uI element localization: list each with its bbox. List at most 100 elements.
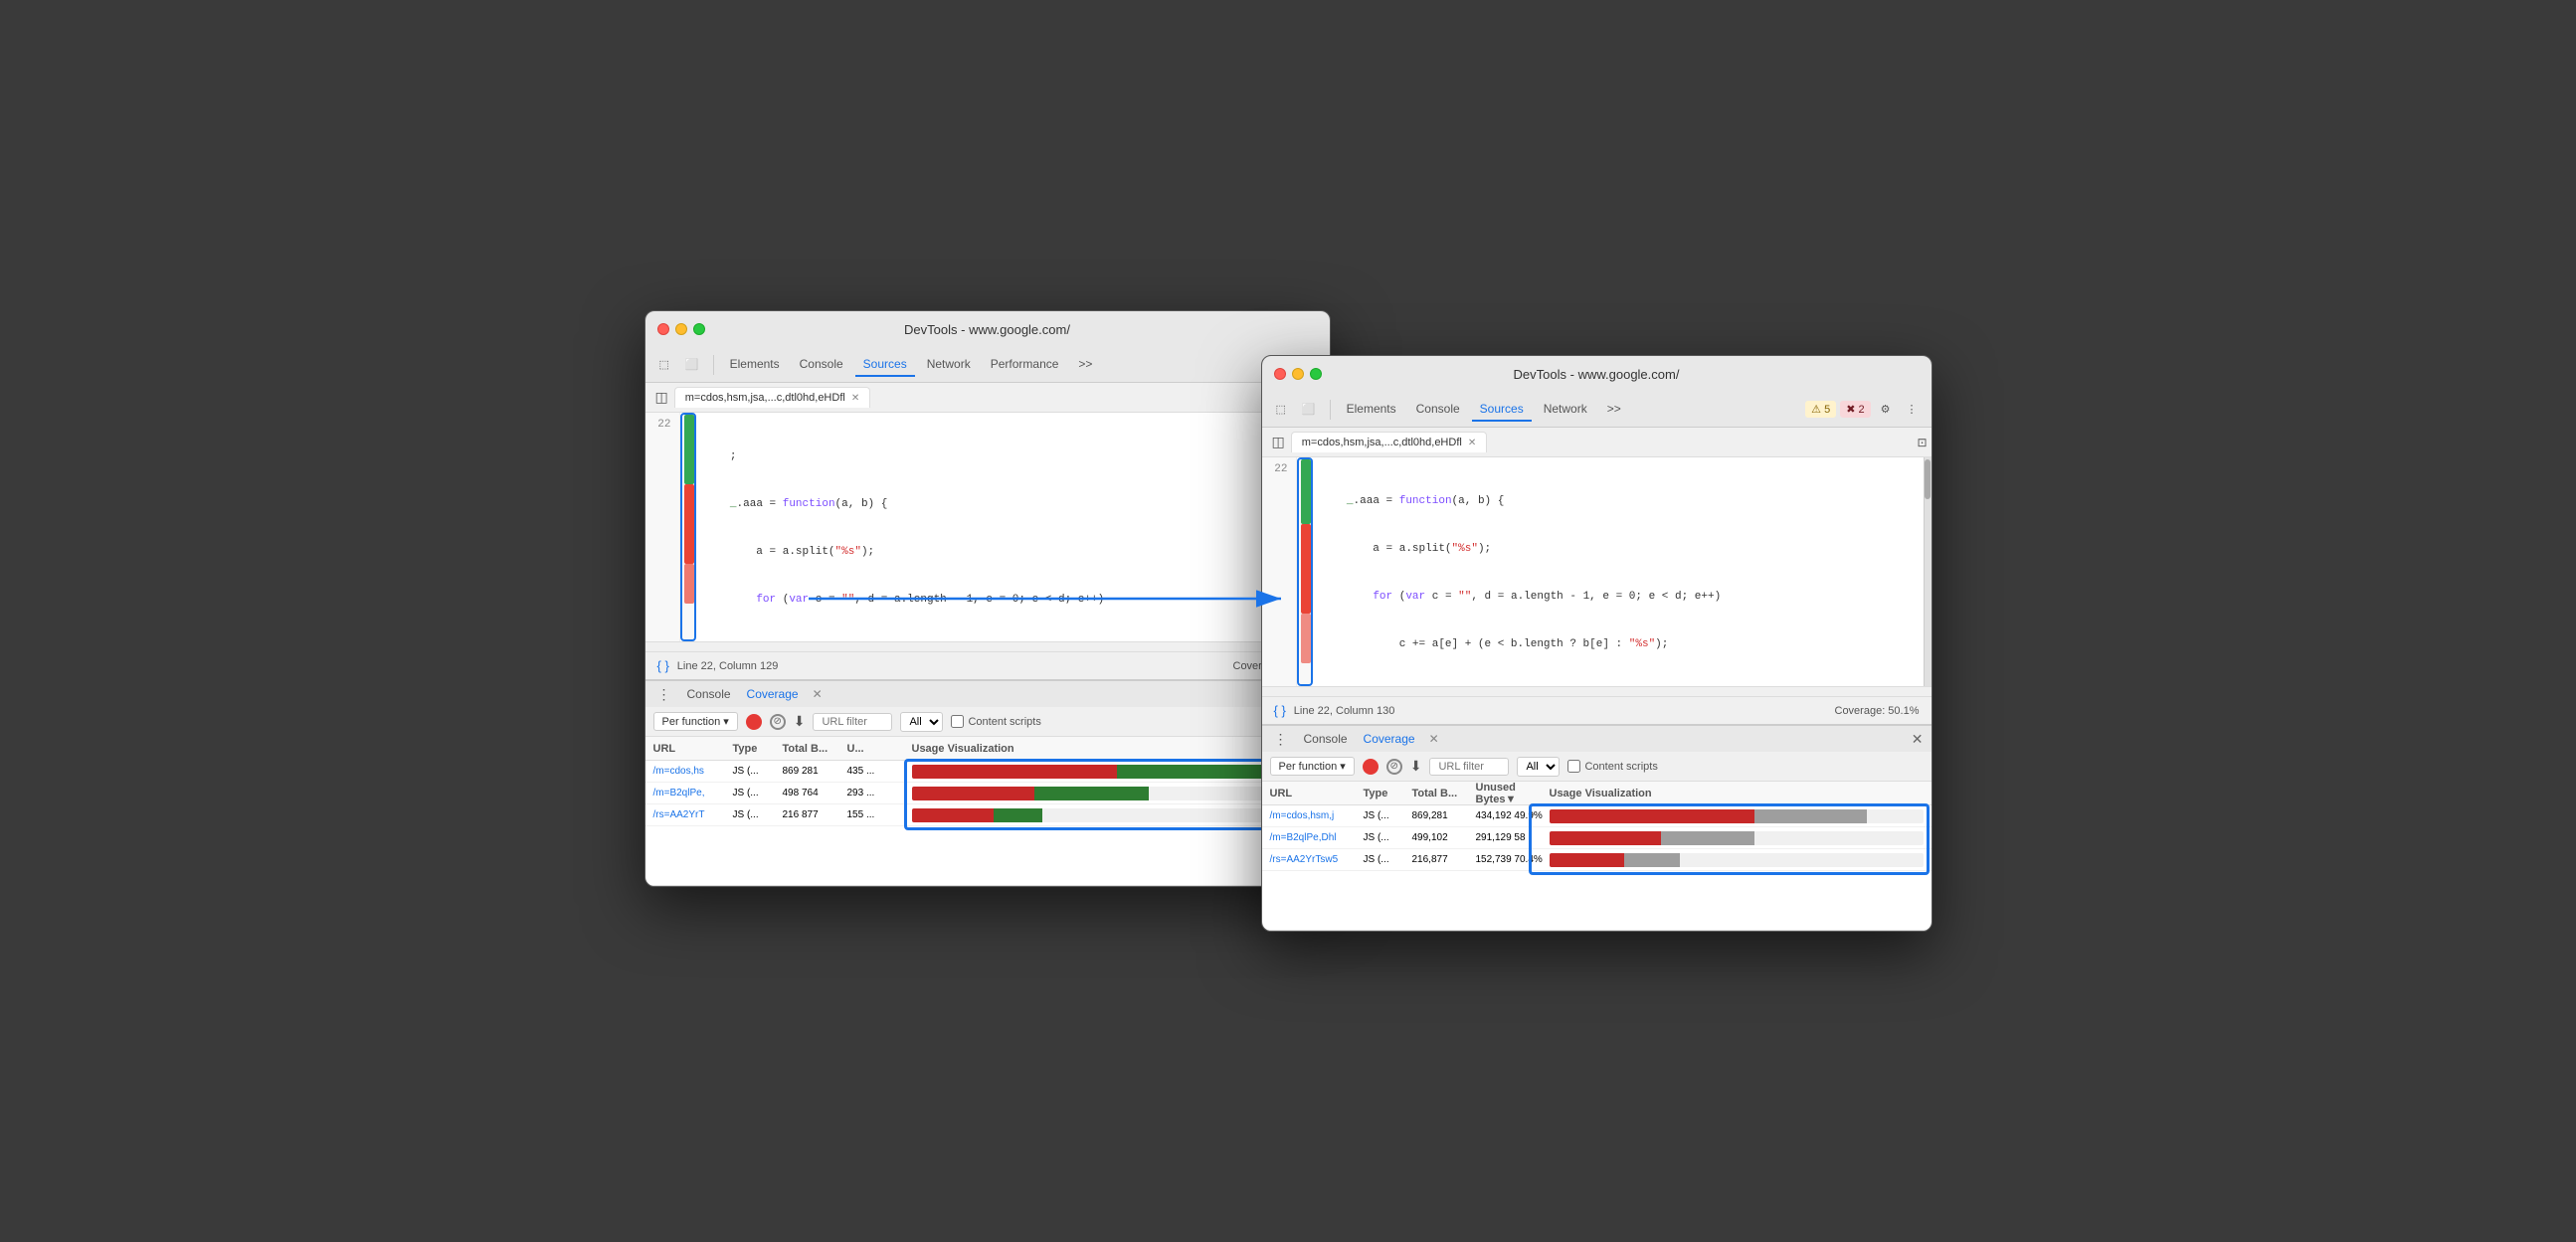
col-header-total-left: Total B...	[783, 743, 847, 755]
sidebar-toggle-right[interactable]: ◫	[1266, 432, 1291, 452]
line-column-status-right: Line 22, Column 130	[1294, 705, 1395, 717]
table-row[interactable]: /m=B2qlPe,Dhl JS (... 499,102 291,129 58	[1262, 827, 1932, 849]
vertical-scrollbar-right[interactable]	[1924, 457, 1932, 686]
col-header-url-left: URL	[653, 743, 733, 755]
chevron-down-icon: ▾	[723, 715, 729, 728]
devtools-window-left: DevTools - www.google.com/ ⬚ ⬜ Elements …	[644, 310, 1331, 887]
inspect-icon-right[interactable]: ⬚	[1270, 399, 1292, 420]
device-icon[interactable]: ⬜	[679, 354, 705, 375]
coverage-gutter-left	[680, 413, 696, 641]
file-tab-close-right[interactable]: ✕	[1468, 438, 1476, 448]
curly-braces-icon-right: { }	[1274, 703, 1286, 718]
table-row[interactable]: /rs=AA2YrTsw5 JS (... 216,877 152,739 70…	[1262, 849, 1932, 871]
maximize-button-right[interactable]	[1310, 368, 1322, 380]
content-scripts-label-left[interactable]: Content scripts	[951, 715, 1040, 728]
tab-sources-right[interactable]: Sources	[1472, 398, 1532, 422]
all-dropdown-right[interactable]: All	[1517, 757, 1560, 777]
close-button-left[interactable]	[657, 323, 669, 335]
curly-braces-icon-left: { }	[657, 658, 669, 673]
code-content-right[interactable]: _.aaa = function(a, b) { a = a.split("%s…	[1313, 457, 1924, 686]
separator	[713, 355, 714, 375]
line-numbers-left: 22	[645, 413, 680, 641]
tab-network-right[interactable]: Network	[1536, 398, 1595, 422]
tab-elements-left[interactable]: Elements	[722, 353, 788, 377]
table-row[interactable]: /m=cdos,hsm,j JS (... 869,281 434,192 49…	[1262, 805, 1932, 827]
tab-console-left[interactable]: Console	[792, 353, 851, 377]
coverage-panel-right: Per function ▾ ⊘ ⬇ All Content scripts U…	[1262, 752, 1932, 932]
tab-performance-left[interactable]: Performance	[983, 353, 1067, 377]
tab-more-left[interactable]: >>	[1070, 353, 1100, 377]
window-title-right: DevTools - www.google.com/	[1514, 367, 1680, 382]
col-header-unused-right[interactable]: Unused Bytes▼	[1476, 782, 1546, 805]
panel-tab-coverage-right[interactable]: Coverage	[1360, 730, 1419, 748]
coverage-toolbar-left: Per function ▾ ⊘ ⬇ All Content scripts	[645, 707, 1330, 737]
panel-menu-right[interactable]: ⋮	[1270, 731, 1292, 748]
content-scripts-checkbox-right[interactable]	[1567, 760, 1580, 773]
status-bar-left: { } Line 22, Column 129 Coverage: 49.9%	[645, 651, 1330, 679]
table-row[interactable]: /rs=AA2YrT JS (... 216 877 155 ...	[645, 804, 1330, 826]
main-toolbar-left: ⬚ ⬜ Elements Console Sources Network Per…	[645, 347, 1330, 383]
tab-sources-left[interactable]: Sources	[855, 353, 915, 377]
table-footer-left: 846 kB of 1.9 MB (44%) used so far, 1.1 …	[645, 885, 1330, 887]
minimize-button-right[interactable]	[1292, 368, 1304, 380]
panel-menu-left[interactable]: ⋮	[653, 686, 675, 703]
url-filter-input-left[interactable]	[813, 713, 892, 731]
coverage-panel-left: Per function ▾ ⊘ ⬇ All Content scripts U…	[645, 707, 1330, 887]
download-icon-left[interactable]: ⬇	[794, 713, 806, 730]
all-dropdown-left[interactable]: All	[900, 712, 943, 732]
maximize-button-left[interactable]	[693, 323, 705, 335]
file-tab-left[interactable]: m=cdos,hsm,jsa,...c,dtl0hd,eHDfl ✕	[674, 387, 870, 408]
col-header-type-right: Type	[1364, 788, 1408, 799]
scrollbar-left[interactable]	[645, 641, 1330, 651]
tab-network-left[interactable]: Network	[919, 353, 979, 377]
table-header-right: URL Type Total B... Unused Bytes▼ Usage …	[1262, 782, 1932, 805]
table-row[interactable]: /m=B2qlPe, JS (... 498 764 293 ...	[645, 783, 1330, 804]
settings-icon-right[interactable]: ⚙	[1875, 399, 1897, 420]
code-content-left[interactable]: ; _.aaa = function(a, b) { a = a.split("…	[696, 413, 1330, 641]
scrollbar-right[interactable]	[1262, 686, 1932, 696]
warning-badge-right: ⚠ 5	[1805, 401, 1836, 418]
error-badge-right: ✖ 2	[1840, 401, 1870, 418]
clear-button-left[interactable]: ⊘	[770, 714, 786, 730]
devtools-window-right: DevTools - www.google.com/ ⬚ ⬜ Elements …	[1261, 355, 1932, 932]
content-scripts-label-right[interactable]: Content scripts	[1567, 760, 1657, 773]
content-scripts-checkbox-left[interactable]	[951, 715, 964, 728]
panel-tab-close-right[interactable]: ✕	[1429, 732, 1439, 746]
minimize-button-left[interactable]	[675, 323, 687, 335]
coverage-toolbar-right: Per function ▾ ⊘ ⬇ All Content scripts	[1262, 752, 1932, 782]
coverage-status-right: Coverage: 50.1%	[1835, 705, 1920, 717]
sidebar-toggle-left[interactable]: ◫	[649, 387, 674, 408]
more-options-icon-right[interactable]: ⋮	[1901, 399, 1924, 420]
undock-icon-right[interactable]: ⊡	[1917, 436, 1927, 449]
tab-more-right[interactable]: >>	[1599, 398, 1629, 422]
main-toolbar-right: ⬚ ⬜ Elements Console Sources Network >> …	[1262, 392, 1932, 428]
tab-elements-right[interactable]: Elements	[1339, 398, 1404, 422]
panel-close-right[interactable]: ✕	[1912, 731, 1924, 748]
tab-console-right[interactable]: Console	[1408, 398, 1468, 422]
file-tab-close-left[interactable]: ✕	[851, 393, 859, 404]
col-header-total-right: Total B...	[1412, 788, 1472, 799]
line-numbers-right: 22	[1262, 457, 1297, 686]
inspect-icon[interactable]: ⬚	[653, 354, 675, 375]
title-bar-right: DevTools - www.google.com/	[1262, 356, 1932, 392]
file-tab-right[interactable]: m=cdos,hsm,jsa,...c,dtl0hd,eHDfl ✕	[1291, 432, 1487, 452]
per-function-button-right[interactable]: Per function ▾	[1270, 757, 1355, 776]
status-bar-right: { } Line 22, Column 130 Coverage: 50.1%	[1262, 696, 1932, 724]
title-bar-left: DevTools - www.google.com/	[645, 311, 1330, 347]
panel-tab-coverage-left[interactable]: Coverage	[743, 685, 803, 703]
record-button-right[interactable]	[1363, 759, 1379, 775]
line-column-status-left: Line 22, Column 129	[677, 660, 779, 672]
download-icon-right[interactable]: ⬇	[1410, 758, 1422, 775]
url-filter-input-right[interactable]	[1429, 758, 1509, 776]
table-footer-right: 884 kB of 2.1 MB (43%) used so far, 1.2 …	[1262, 930, 1932, 932]
code-area-left: 22 ; _	[645, 413, 1330, 641]
close-button-right[interactable]	[1274, 368, 1286, 380]
clear-button-right[interactable]: ⊘	[1386, 759, 1402, 775]
panel-tab-console-right[interactable]: Console	[1300, 730, 1352, 748]
panel-tab-console-left[interactable]: Console	[683, 685, 735, 703]
panel-tab-close-left[interactable]: ✕	[813, 687, 823, 701]
per-function-button-left[interactable]: Per function ▾	[653, 712, 738, 731]
device-icon-right[interactable]: ⬜	[1296, 399, 1322, 420]
table-row[interactable]: /m=cdos,hs JS (... 869 281 435 ...	[645, 761, 1330, 783]
record-button-left[interactable]	[746, 714, 762, 730]
